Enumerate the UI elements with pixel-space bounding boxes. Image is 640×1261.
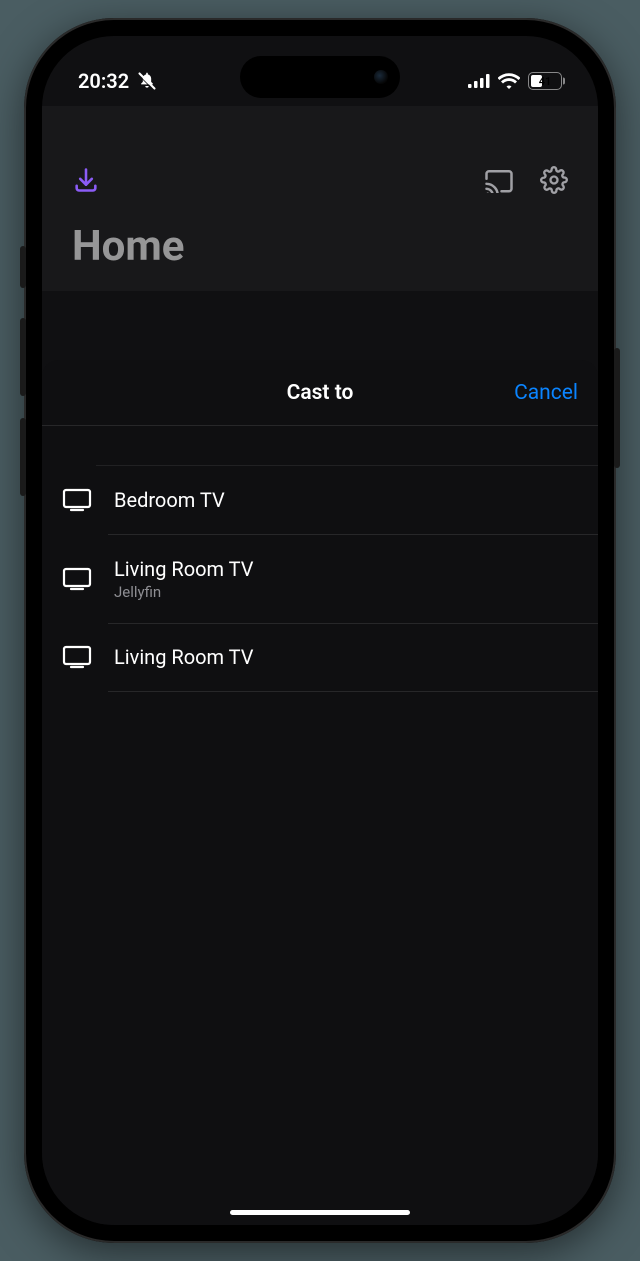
tv-icon: [62, 645, 92, 669]
silence-switch: [20, 246, 26, 288]
dynamic-island: [240, 56, 400, 98]
power-button: [614, 348, 620, 468]
app-header: Home: [42, 106, 598, 291]
device-name: Living Room TV: [114, 645, 254, 669]
device-subtitle: Jellyfin: [114, 583, 254, 601]
tv-icon: [62, 488, 92, 512]
sheet-title: Cast to: [287, 381, 354, 405]
tv-icon: [62, 567, 92, 591]
cancel-button[interactable]: Cancel: [514, 381, 578, 405]
cast-icon[interactable]: [484, 167, 514, 197]
device-list: Bedroom TV Living Room TV Jellyfin: [42, 466, 598, 692]
cast-sheet: Cast to Cancel Bedroom TV: [42, 360, 598, 1225]
device-item[interactable]: Living Room TV Jellyfin: [42, 535, 598, 623]
device-item[interactable]: Living Room TV: [42, 623, 598, 691]
screen: 20:32 41: [42, 36, 598, 1225]
front-camera: [374, 70, 388, 84]
sheet-spacer: [96, 426, 598, 466]
gear-icon[interactable]: [540, 166, 568, 198]
sheet-header: Cast to Cancel: [42, 360, 598, 426]
device-name: Bedroom TV: [114, 488, 225, 512]
page-title: Home: [72, 222, 568, 271]
battery-icon: 41: [528, 72, 562, 90]
silent-mode-icon: [137, 71, 157, 91]
battery-percentage: 41: [529, 75, 561, 88]
status-time: 20:32: [78, 69, 129, 93]
volume-up-button: [20, 318, 26, 396]
device-item[interactable]: Bedroom TV: [42, 466, 598, 534]
home-indicator[interactable]: [230, 1210, 410, 1215]
volume-down-button: [20, 418, 26, 496]
device-name: Living Room TV: [114, 557, 254, 581]
phone-frame: 20:32 41: [24, 18, 616, 1243]
cellular-signal-icon: [468, 74, 490, 88]
wifi-icon: [498, 73, 520, 89]
download-icon[interactable]: [72, 166, 100, 198]
